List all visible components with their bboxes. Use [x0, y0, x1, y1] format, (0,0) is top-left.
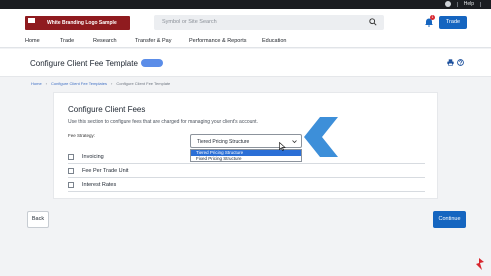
- breadcrumb-home[interactable]: Home: [31, 81, 42, 86]
- brand-logo[interactable]: White Branding Logo Sample: [25, 16, 130, 30]
- fee-row-invoicing: Invoicing: [68, 151, 425, 164]
- notification-badge: 1: [430, 15, 435, 20]
- nav-item-research[interactable]: Research: [93, 38, 117, 44]
- nav-item-trade[interactable]: Trade: [60, 38, 74, 44]
- help-link[interactable]: Help: [464, 1, 474, 7]
- divider: [456, 1, 458, 7]
- breadcrumb-separator: ›: [110, 81, 113, 86]
- row-label: Fee Per Trade Unit: [82, 168, 129, 174]
- help-icon[interactable]: [457, 59, 464, 66]
- logo-mark: [28, 18, 35, 23]
- breadcrumb-current: Configure Client Fee Template: [116, 81, 171, 86]
- breadcrumb-separator: ›: [45, 81, 48, 86]
- configure-fees-card: Configure Client Fees Use this section t…: [53, 92, 438, 199]
- watermark-icon: [476, 258, 484, 270]
- page-title: Configure Client Fee Template: [30, 59, 138, 68]
- section-heading: Configure Client Fees: [68, 105, 146, 114]
- print-icon[interactable]: [447, 59, 454, 66]
- mouse-cursor-icon: [279, 142, 286, 151]
- nav-item-performance-reports[interactable]: Performance & Reports: [189, 38, 246, 44]
- fee-row-trade-unit: Fee Per Trade Unit: [68, 165, 425, 178]
- trade-unit-checkbox[interactable]: [68, 168, 74, 174]
- logo-text: White Branding Logo Sample: [47, 20, 117, 26]
- search-icon[interactable]: [369, 18, 377, 26]
- divider: [480, 1, 481, 7]
- page-title-bar: Configure Client Fee Template: [0, 49, 491, 77]
- trade-button[interactable]: Trade: [439, 16, 467, 29]
- breadcrumb: Home › Configure Client Fee Templates › …: [31, 81, 170, 86]
- utility-links: Help: [444, 1, 481, 7]
- fee-strategy-value: Tiered Pricing Structure: [197, 139, 250, 145]
- user-icon[interactable]: [444, 1, 451, 7]
- chevron-down-icon: [292, 140, 297, 144]
- breadcrumb-templates[interactable]: Configure Client Fee Templates: [51, 81, 107, 86]
- nav-item-transfer-pay[interactable]: Transfer & Pay: [135, 38, 171, 44]
- row-label: Invoicing: [82, 154, 104, 160]
- nav-item-education[interactable]: Education: [262, 38, 286, 44]
- nav-item-home[interactable]: Home: [25, 38, 40, 44]
- interest-rates-checkbox[interactable]: [68, 182, 74, 188]
- site-header: White Branding Logo Sample Symbol or Sit…: [0, 9, 491, 36]
- row-label: Interest Rates: [82, 182, 117, 188]
- pointer-arrow-graphic: [304, 117, 338, 157]
- fee-row-interest-rates: Interest Rates: [68, 179, 425, 192]
- back-button[interactable]: Back: [27, 211, 49, 228]
- status-pill: [141, 59, 163, 67]
- fee-strategy-label: Fee Strategy:: [68, 133, 96, 138]
- invoicing-checkbox[interactable]: [68, 154, 74, 160]
- main-nav: Home Trade Research Transfer & Pay Perfo…: [0, 36, 491, 48]
- search-placeholder: Symbol or Site Search: [162, 19, 217, 25]
- top-utility-bar: Help: [0, 0, 491, 9]
- continue-button[interactable]: Continue: [433, 211, 466, 228]
- section-description: Use this section to configure fees that …: [68, 119, 258, 125]
- search-input[interactable]: Symbol or Site Search: [154, 15, 384, 30]
